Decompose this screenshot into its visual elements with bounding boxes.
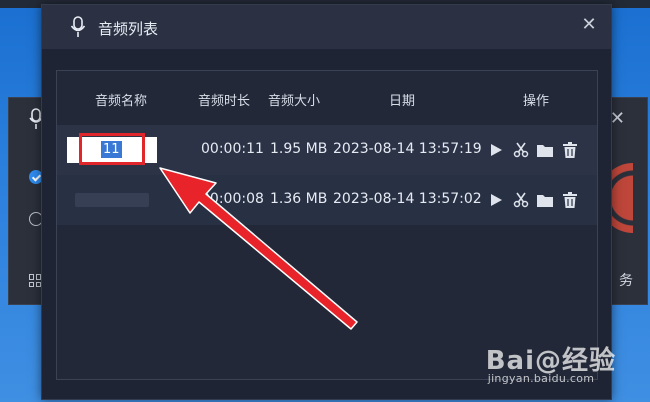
duration-cell: 00:00:11 — [201, 141, 264, 157]
watermark-url: jingyan.baidu.com — [487, 372, 595, 385]
highlight-box — [79, 133, 145, 165]
size-cell: 1.95 MB — [270, 141, 328, 157]
folder-icon[interactable] — [536, 141, 554, 159]
date-cell: 2023-08-14 13:57:02 — [333, 191, 482, 207]
duration-cell: 00:00:08 — [201, 191, 264, 207]
dialog-title: 音频列表 — [98, 20, 159, 38]
trash-icon[interactable] — [561, 191, 579, 209]
scissors-icon[interactable] — [512, 141, 530, 159]
play-icon[interactable] — [487, 191, 505, 209]
audio-table: 音频名称 音频时长 音频大小 日期 操作 11 00:00:11 1.95 MB… — [56, 70, 598, 380]
partial-label: 务 — [619, 273, 633, 289]
close-button[interactable]: ✕ — [579, 15, 599, 35]
size-cell: 1.36 MB — [270, 191, 328, 207]
close-icon[interactable]: ✕ — [610, 108, 625, 129]
table-row[interactable]: 00:00:08 1.36 MB 2023-08-14 13:57:02 — [57, 175, 597, 225]
row-actions — [487, 141, 579, 159]
table-row[interactable]: 11 00:00:11 1.95 MB 2023-08-14 13:57:19 — [57, 125, 597, 175]
watermark: Bai@经验 jingyan.baidu.com — [486, 340, 616, 385]
trash-icon[interactable] — [561, 141, 579, 159]
table-header: 音频名称 音频时长 音频大小 日期 操作 — [57, 71, 597, 125]
header-date: 日期 — [389, 94, 416, 109]
header-size: 音频大小 — [268, 94, 321, 109]
dialog-titlebar: 音频列表 ✕ — [42, 5, 611, 49]
header-actions: 操作 — [523, 94, 550, 109]
microphone-icon — [70, 16, 86, 37]
header-name: 音频名称 — [95, 94, 148, 109]
row-actions — [487, 191, 579, 209]
obscured-name — [75, 193, 149, 207]
header-duration: 音频时长 — [198, 94, 251, 109]
play-icon[interactable] — [487, 141, 505, 159]
date-cell: 2023-08-14 13:57:19 — [333, 141, 482, 157]
scissors-icon[interactable] — [512, 191, 530, 209]
folder-icon[interactable] — [536, 191, 554, 209]
